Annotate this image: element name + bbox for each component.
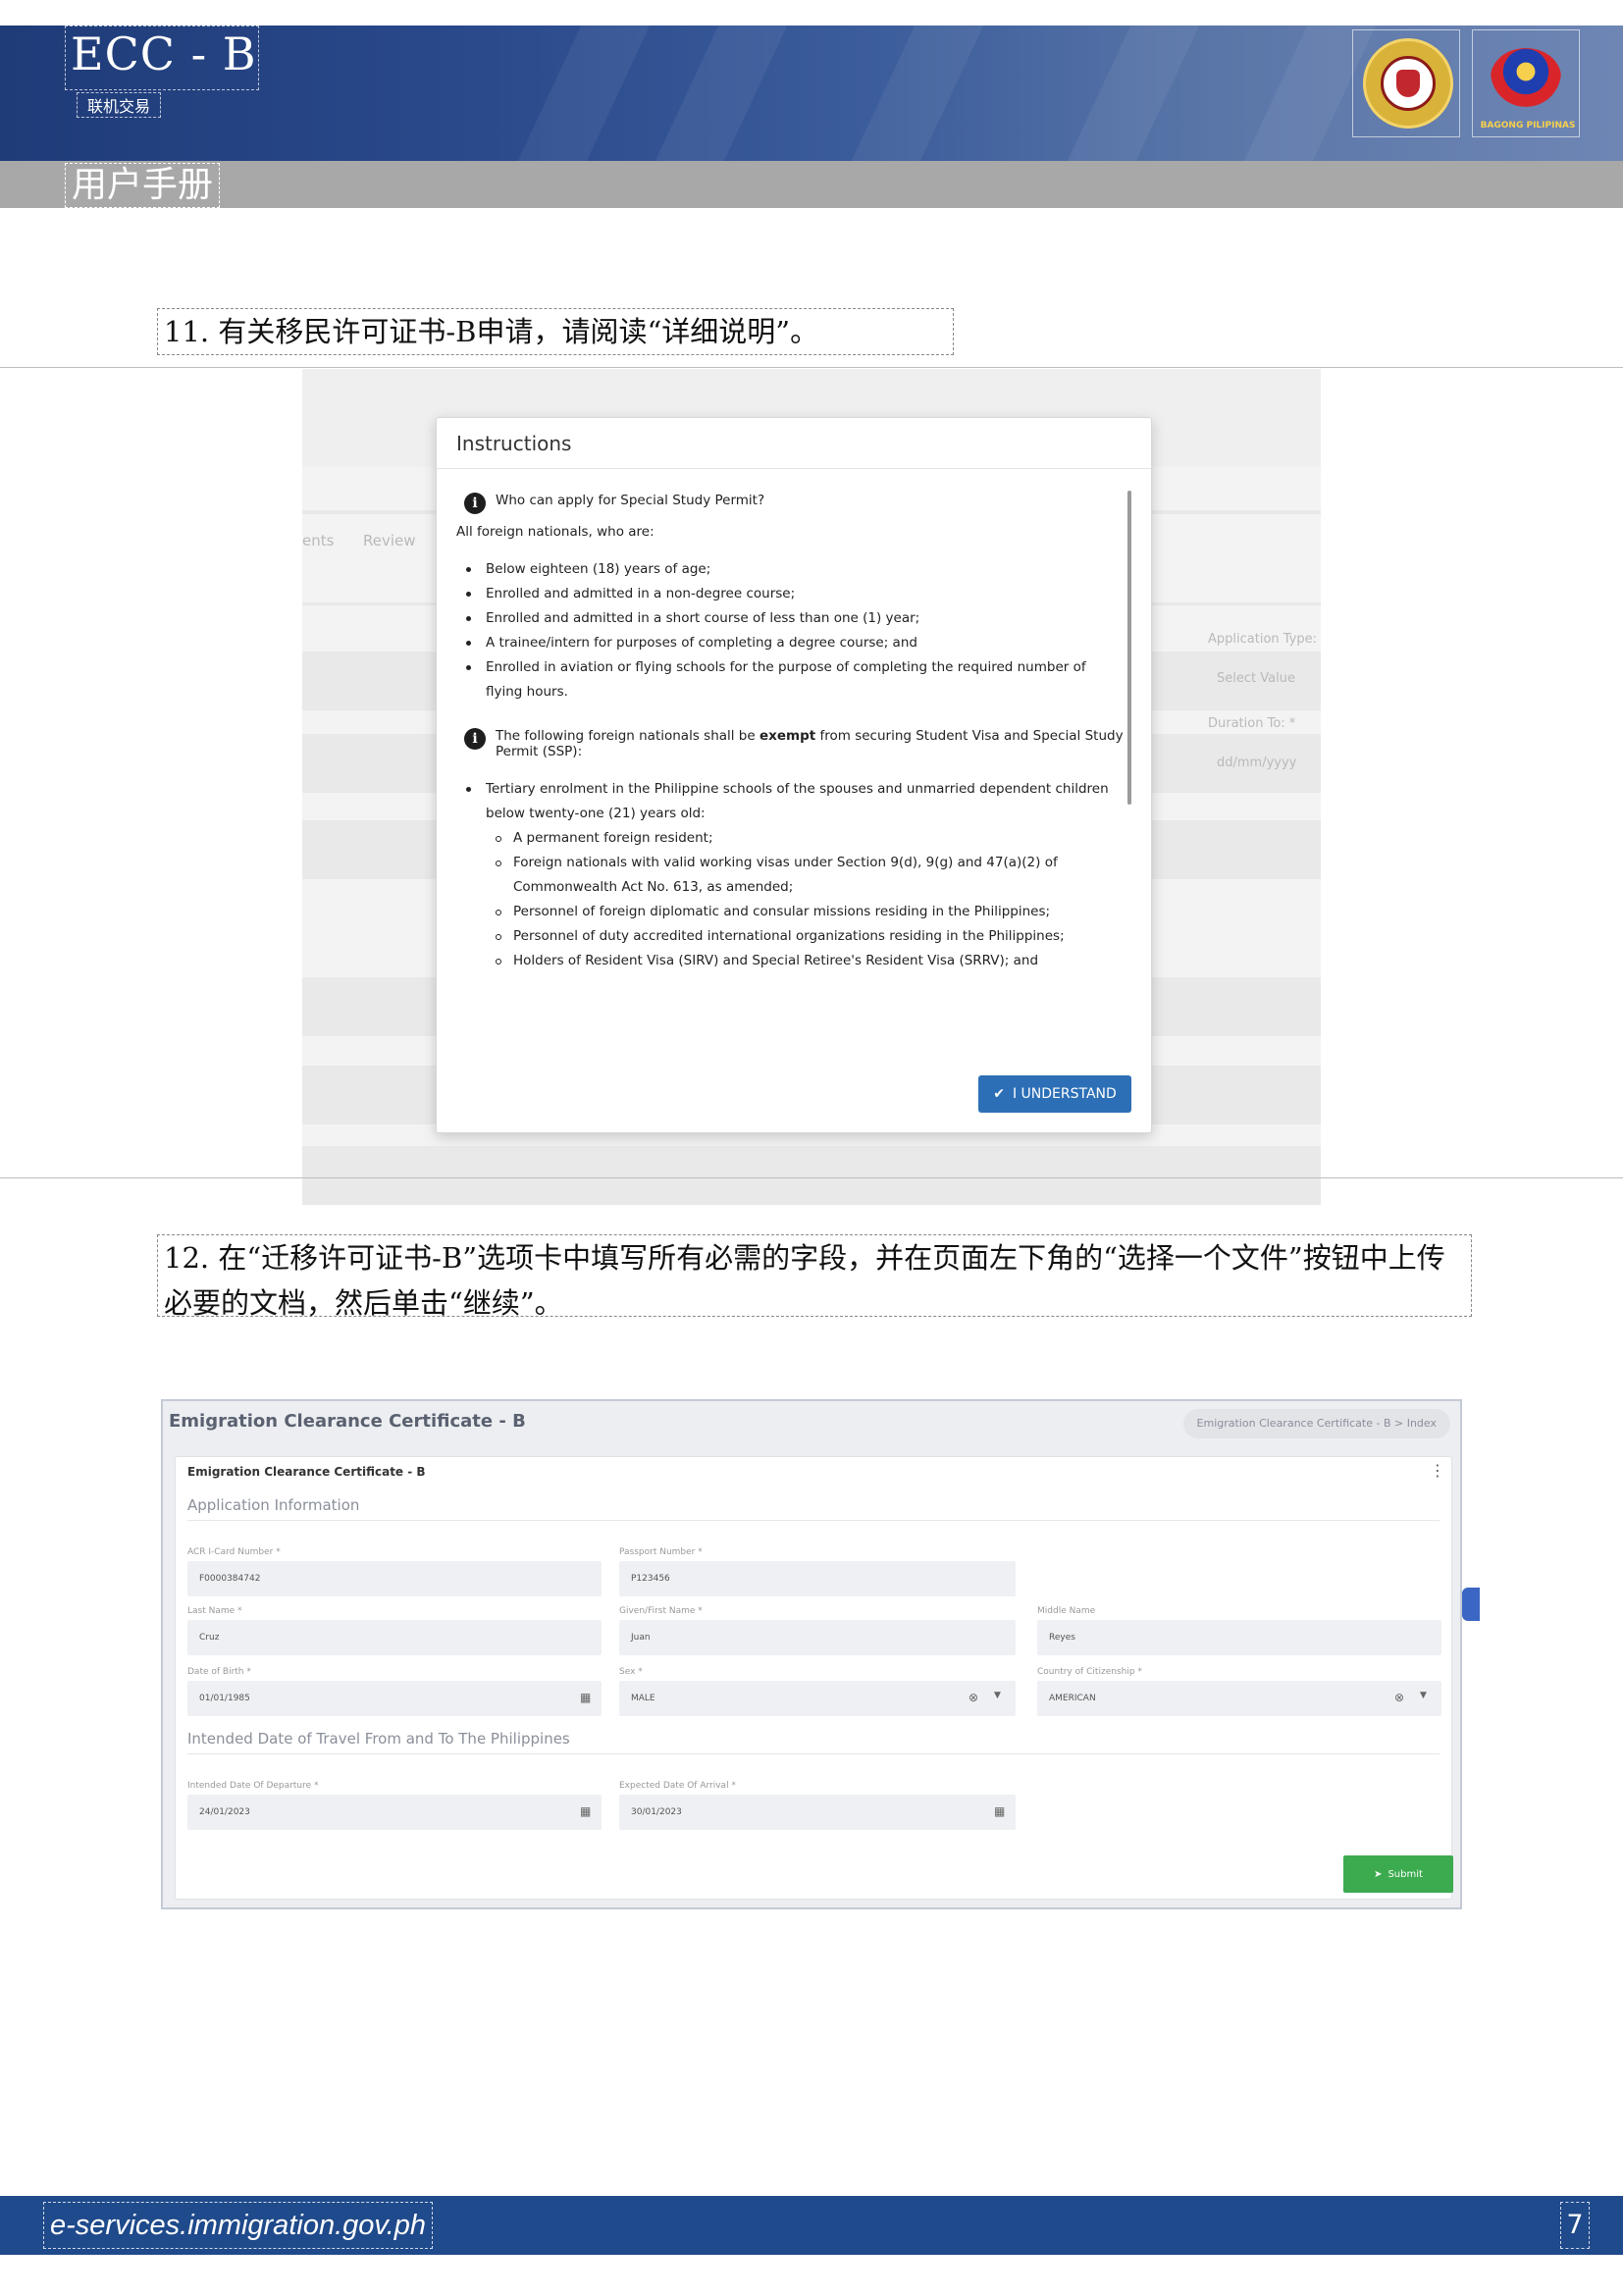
ecc-form-screenshot: Emigration Clearance Certificate - B Emi… [161, 1399, 1480, 1909]
exempt-note: The following foreign nationals shall be… [496, 728, 1124, 759]
citizenship-label: Country of Citizenship * [1037, 1667, 1142, 1677]
arrival-label: Expected Date Of Arrival * [619, 1781, 736, 1791]
eligibility-list: Below eighteen (18) years of age; Enroll… [456, 557, 1124, 704]
intro-text: All foreign nationals, who are: [456, 524, 654, 540]
dob-label: Date of Birth * [187, 1667, 251, 1677]
form-page-title: Emigration Clearance Certificate - B [169, 1411, 526, 1432]
review-tab-ghost: Review [363, 532, 416, 549]
list-item: Below eighteen (18) years of age; [456, 557, 1124, 582]
more-options-icon[interactable]: ⋮ [1430, 1461, 1445, 1480]
departure-label: Intended Date Of Departure * [187, 1781, 319, 1791]
brand-subtitle: 联机交易 [77, 92, 162, 118]
sex-label: Sex * [619, 1667, 643, 1677]
question-row: i Who can apply for Special Study Permit… [464, 493, 1124, 514]
exempt-list: Tertiary enrolment in the Philippine sch… [456, 777, 1124, 826]
card-title: Emigration Clearance Certificate - B [187, 1465, 426, 1479]
brand-title: ECC - B [71, 27, 257, 80]
form-card: Emigration Clearance Certificate - B ⋮ A… [175, 1456, 1453, 1900]
chevron-down-icon[interactable]: ▼ [994, 1691, 1001, 1700]
submit-label: Submit [1387, 1868, 1423, 1880]
citizenship-select[interactable]: AMERICAN [1037, 1681, 1441, 1716]
info-icon: i [464, 493, 486, 514]
check-icon: ✔ [993, 1086, 1005, 1102]
list-item: Enrolled in aviation or flying schools f… [456, 655, 1124, 704]
list-item: Enrolled and admitted in a non-degree co… [456, 582, 1124, 606]
list-item: Personnel of foreign diplomatic and cons… [456, 900, 1124, 924]
date-of-birth-field[interactable]: 01/01/1985 [187, 1681, 602, 1716]
arrival-date-field[interactable]: 30/01/2023 [619, 1795, 1016, 1830]
modal-title: Instructions [437, 418, 1151, 469]
instructions-modal: Instructions i Who can apply for Special… [436, 417, 1152, 1133]
section-application-info: Application Information [187, 1496, 360, 1514]
modal-scrollbar[interactable] [1127, 491, 1131, 805]
acr-label: ACR I-Card Number * [187, 1547, 281, 1557]
footer-url: e-services.immigration.gov.ph [43, 2202, 434, 2249]
breadcrumb[interactable]: Emigration Clearance Certificate - B > I… [1182, 1409, 1450, 1438]
clear-icon[interactable]: ⊗ [969, 1691, 978, 1704]
i-understand-label: I UNDERSTAND [1012, 1086, 1117, 1102]
first-name-label: Given/First Name * [619, 1606, 703, 1616]
list-item: Tertiary enrolment in the Philippine sch… [456, 777, 1124, 826]
i-understand-button[interactable]: ✔ I UNDERSTAND [978, 1075, 1131, 1113]
list-item: A trainee/intern for purposes of complet… [456, 631, 1124, 655]
first-name-field[interactable]: Juan [619, 1620, 1016, 1655]
send-icon: ➤ [1374, 1868, 1383, 1880]
acr-number-field[interactable]: F0000384742 [187, 1561, 602, 1596]
calendar-icon[interactable]: ▦ [994, 1804, 1005, 1818]
calendar-icon[interactable]: ▦ [580, 1804, 591, 1818]
calendar-icon[interactable]: ▦ [580, 1691, 591, 1704]
middle-name-label: Middle Name [1037, 1606, 1096, 1616]
modal-body: i Who can apply for Special Study Permit… [456, 479, 1124, 1028]
clear-icon[interactable]: ⊗ [1394, 1691, 1404, 1704]
last-name-label: Last Name * [187, 1606, 242, 1616]
divider [0, 1177, 1623, 1178]
step-11-text: 11. 有关移民许可证书-B申请，请阅读“详细说明”。 [157, 308, 954, 355]
exempt-sub-list: A permanent foreign resident; Foreign na… [456, 826, 1124, 973]
passport-label: Passport Number * [619, 1547, 703, 1557]
manual-title: 用户手册 [65, 163, 221, 208]
sex-select[interactable]: MALE [619, 1681, 1016, 1716]
list-item: Holders of Resident Visa (SIRV) and Spec… [456, 949, 1124, 973]
settings-tab[interactable] [1462, 1588, 1480, 1621]
manual-page: ECC - B 联机交易 BAGONG PILIPINAS 用户手册 11. 有… [0, 0, 1623, 2296]
immigration-seal-logo [1352, 29, 1460, 137]
submit-button[interactable]: ➤ Submit [1343, 1855, 1453, 1893]
list-item: Enrolled and admitted in a short course … [456, 606, 1124, 631]
chevron-down-icon[interactable]: ▼ [1420, 1691, 1427, 1700]
page-number: 7 [1560, 2202, 1590, 2249]
section-travel-dates: Intended Date of Travel From and To The … [187, 1730, 570, 1748]
middle-name-field[interactable]: Reyes [1037, 1620, 1441, 1655]
last-name-field[interactable]: Cruz [187, 1620, 602, 1655]
list-item: Personnel of duty accredited internation… [456, 924, 1124, 949]
manual-subbar [0, 161, 1623, 208]
step-12-text: 12. 在“迁移许可证书-B”选项卡中填写所有必需的字段，并在页面左下角的“选择… [157, 1234, 1472, 1320]
divider [0, 367, 1623, 368]
question-text: Who can apply for Special Study Permit? [496, 493, 765, 508]
list-item: Foreign nationals with valid working vis… [456, 851, 1124, 900]
departure-date-field[interactable]: 24/01/2023 [187, 1795, 602, 1830]
exempt-row: i The following foreign nationals shall … [464, 728, 1124, 759]
bagong-pilipinas-logo: BAGONG PILIPINAS [1472, 29, 1580, 137]
info-icon: i [464, 728, 486, 750]
list-item: A permanent foreign resident; [456, 826, 1124, 851]
passport-number-field[interactable]: P123456 [619, 1561, 1016, 1596]
